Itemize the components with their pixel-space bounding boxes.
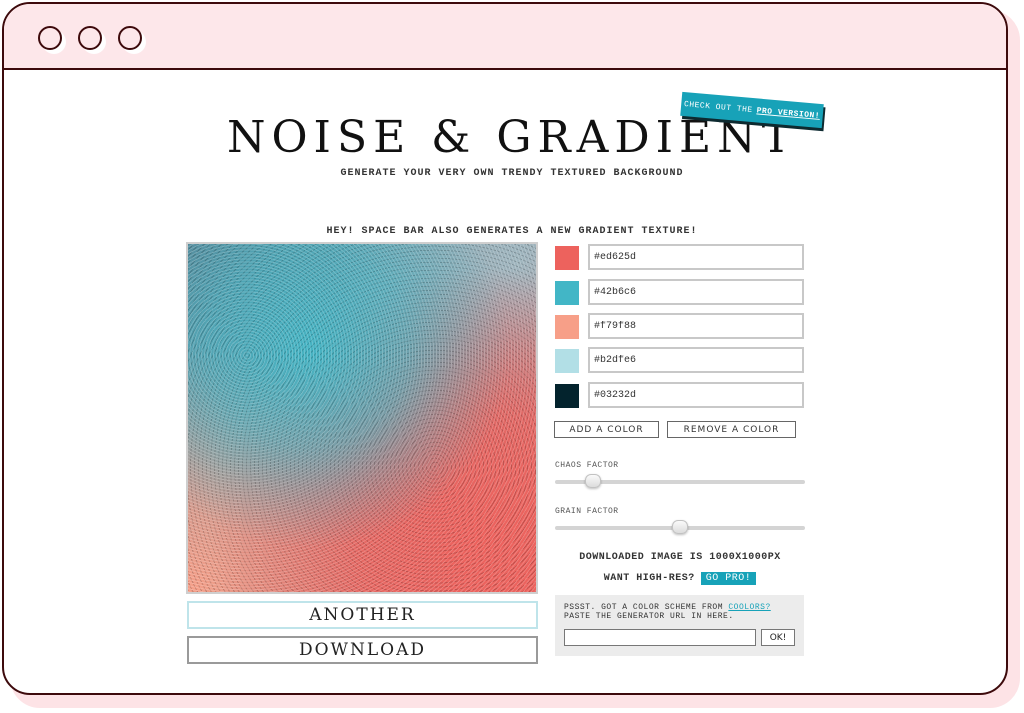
color-swatch[interactable]: [555, 384, 579, 408]
color-row: [555, 279, 805, 307]
high-res-question: WANT HIGH-RES?: [603, 573, 695, 584]
color-swatch[interactable]: [555, 281, 579, 305]
window-control-circle-icon[interactable]: [78, 26, 102, 50]
spacebar-hint: HEY! SPACE BAR ALSO GENERATES A NEW GRAD…: [326, 226, 698, 237]
color-row: [555, 382, 805, 410]
color-swatch[interactable]: [555, 349, 579, 373]
color-hex-input[interactable]: [588, 279, 804, 305]
window-control-circle-icon[interactable]: [118, 26, 142, 50]
add-color-button[interactable]: ADD A COLOR: [554, 421, 659, 438]
grain-factor-label: GRAIN FACTOR: [555, 507, 619, 516]
coolors-prefix: PSSST. GOT A COLOR SCHEME FROM: [564, 603, 724, 612]
grain-factor-slider[interactable]: [555, 520, 805, 534]
color-row: [555, 244, 805, 272]
page-title: NOISE & GRADIENT: [226, 112, 798, 163]
coolors-line2: PASTE THE GENERATOR URL IN HERE.: [564, 612, 734, 621]
chaos-factor-slider[interactable]: [555, 474, 805, 488]
coolors-link[interactable]: COOLORS?: [728, 603, 770, 612]
noise-overlay: [188, 244, 536, 592]
go-pro-button[interactable]: GO PRO!: [700, 572, 757, 585]
title-bar: [4, 4, 1006, 70]
color-hex-input[interactable]: [588, 347, 804, 373]
color-row: [555, 347, 805, 375]
coolors-url-input[interactable]: [564, 629, 756, 646]
high-res-prompt: WANT HIGH-RES? GO PRO!: [555, 572, 805, 585]
color-hex-input[interactable]: [588, 382, 804, 408]
page-subtitle: GENERATE YOUR VERY OWN TRENDY TEXTURED B…: [340, 168, 684, 179]
download-button[interactable]: DOWNLOAD: [187, 636, 538, 664]
download-size-info: DOWNLOADED IMAGE IS 1000X1000PX: [579, 552, 781, 563]
remove-color-button[interactable]: REMOVE A COLOR: [667, 421, 796, 438]
grain-slider-handle[interactable]: [672, 520, 688, 534]
color-swatch[interactable]: [555, 315, 579, 339]
color-row: [555, 313, 805, 341]
chaos-factor-label: CHAOS FACTOR: [555, 461, 619, 470]
gradient-preview: [186, 242, 538, 594]
coolors-instructions: PSSST. GOT A COLOR SCHEME FROM COOLORS? …: [564, 603, 771, 621]
window-control-circle-icon[interactable]: [38, 26, 62, 50]
coolors-import-panel: PSSST. GOT A COLOR SCHEME FROM COOLORS? …: [555, 595, 804, 656]
color-swatch[interactable]: [555, 246, 579, 270]
color-hex-input[interactable]: [588, 313, 804, 339]
chaos-slider-handle[interactable]: [584, 474, 601, 488]
color-hex-input[interactable]: [588, 244, 804, 270]
another-button[interactable]: ANOTHER: [187, 601, 538, 629]
ok-button[interactable]: OK!: [761, 629, 795, 646]
pro-banner-prefix: CHECK OUT THE: [683, 99, 754, 115]
pro-version-link[interactable]: PRO VERSION!: [756, 106, 820, 121]
